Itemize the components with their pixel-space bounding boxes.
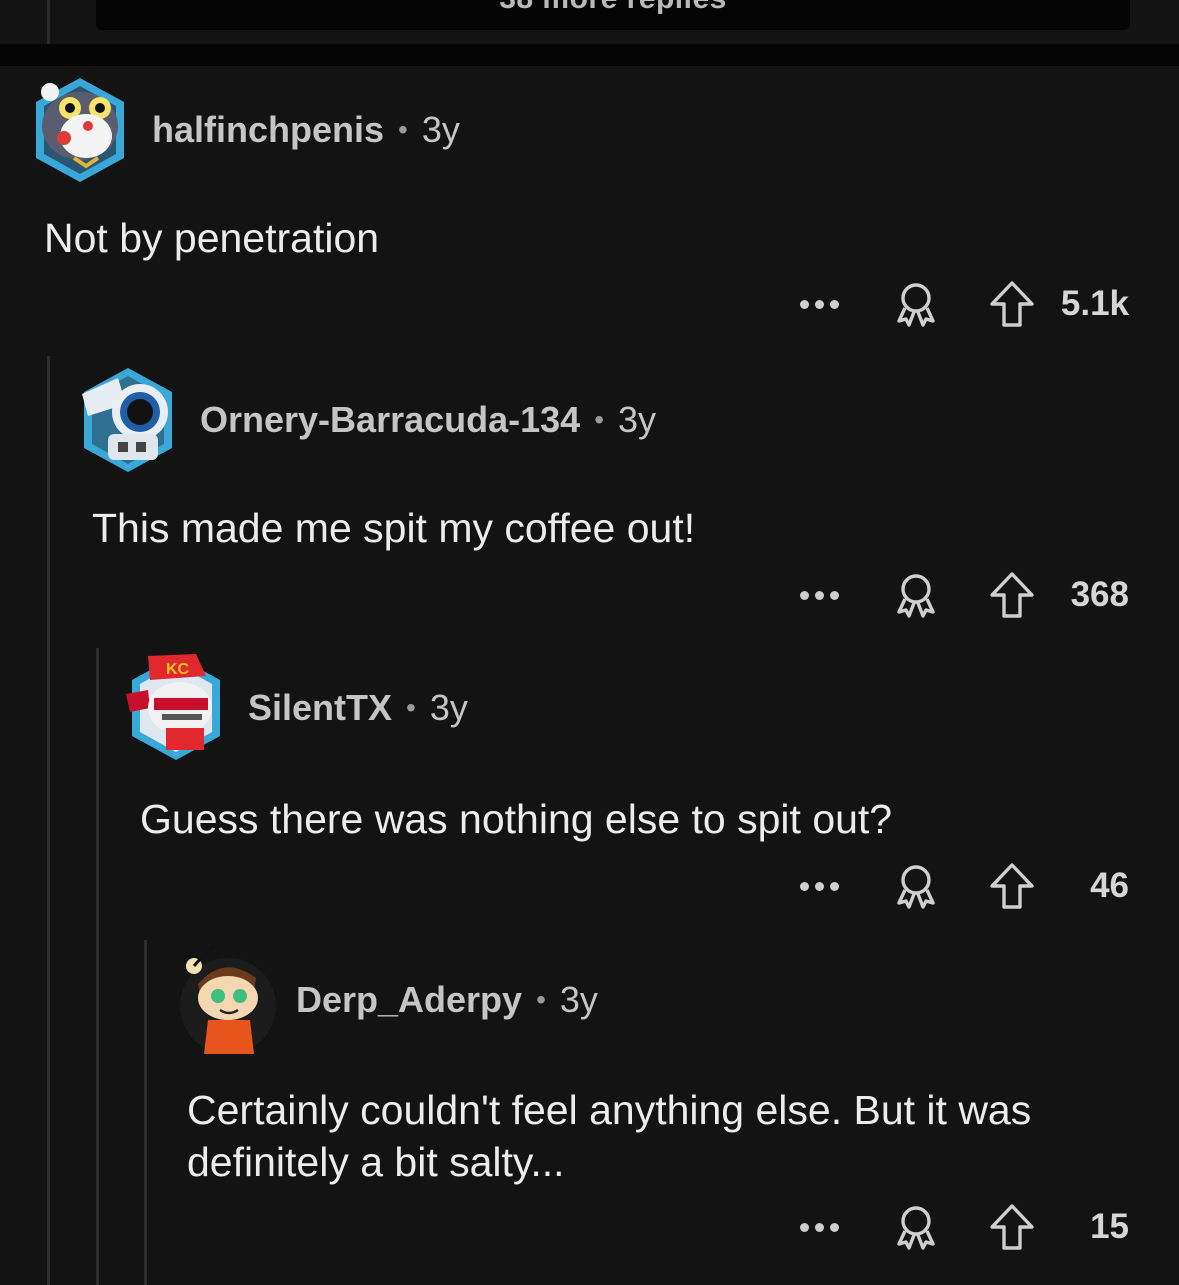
separator-dot: • [536, 984, 546, 1015]
comment-header: Ornery-Barracuda-134 • 3y [78, 368, 656, 472]
comment: Ornery-Barracuda-134 • 3y This made me s… [0, 356, 1179, 646]
more-options-icon[interactable] [800, 1222, 839, 1232]
svg-text:KC: KC [166, 661, 190, 678]
comment-actions: 46 [800, 856, 1129, 916]
comment-header: Derp_Aderpy • 3y [174, 944, 598, 1054]
more-options-icon[interactable] [800, 590, 839, 600]
comment-actions: 15 [800, 1197, 1129, 1257]
comment: Derp_Aderpy • 3y Certainly couldn't feel… [0, 940, 1179, 1285]
award-icon[interactable] [893, 572, 939, 618]
comment-body: This made me spit my coffee out! [92, 505, 696, 551]
comment: KC SilentTX • 3y Guess there was nothing… [0, 648, 1179, 938]
separator-dot: • [398, 114, 408, 145]
comment-header: halfinchpenis • 3y [30, 78, 460, 182]
upvote-icon[interactable] [989, 571, 1035, 619]
separator-dot: • [406, 692, 416, 723]
comment-age: 3y [618, 399, 657, 440]
comment-age: 3y [421, 109, 460, 150]
cat-snoo-avatar-icon[interactable] [30, 74, 130, 186]
astronaut-snoo-avatar-icon[interactable] [78, 364, 178, 476]
username-link[interactable]: halfinchpenis [152, 109, 384, 151]
vote-score: 368 [1070, 575, 1129, 614]
vote-score: 5.1k [1060, 284, 1129, 323]
upvote-icon[interactable] [989, 862, 1035, 910]
comment-header: KC SilentTX • 3y [126, 654, 468, 760]
thread-line [47, 0, 50, 44]
comment-age: 3y [429, 687, 468, 728]
award-icon[interactable] [893, 1204, 939, 1250]
comment-meta: SilentTX • 3y [248, 687, 468, 729]
vote-score: 15 [1090, 1207, 1129, 1246]
award-icon[interactable] [893, 863, 939, 909]
vote-score: 46 [1090, 866, 1129, 905]
snoo-avatar-icon[interactable] [174, 944, 276, 1056]
comment: halfinchpenis • 3y Not by penetration 5.… [0, 66, 1179, 356]
comment-age: 3y [559, 979, 598, 1020]
previous-thread-strip: 38 more replies [0, 0, 1179, 44]
comment-meta: Ornery-Barracuda-134 • 3y [200, 399, 656, 441]
username-link[interactable]: Derp_Aderpy [296, 979, 522, 1021]
upvote-icon[interactable] [989, 280, 1035, 328]
award-icon[interactable] [893, 281, 939, 327]
comment-body: Guess there was nothing else to spit out… [140, 796, 893, 842]
football-snoo-avatar-icon[interactable]: KC [126, 652, 226, 764]
comment-actions: 5.1k [799, 274, 1129, 334]
upvote-icon[interactable] [989, 1203, 1035, 1251]
more-replies-label: 38 more replies [96, 0, 1130, 16]
separator-dot: • [594, 404, 604, 435]
more-options-icon[interactable] [799, 299, 839, 309]
comment-meta: Derp_Aderpy • 3y [296, 979, 598, 1021]
comment-actions: 368 [800, 565, 1129, 625]
more-replies-button[interactable]: 38 more replies [96, 0, 1130, 30]
username-link[interactable]: SilentTX [248, 687, 392, 729]
more-options-icon[interactable] [800, 881, 839, 891]
comment-thread: 38 more replies half [0, 0, 1179, 1285]
comment-body: Not by penetration [44, 215, 380, 261]
comment-body: Certainly couldn't feel anything else. B… [187, 1087, 1032, 1185]
comment-meta: halfinchpenis • 3y [152, 109, 460, 151]
comment-separator [0, 44, 1179, 66]
username-link[interactable]: Ornery-Barracuda-134 [200, 399, 580, 441]
